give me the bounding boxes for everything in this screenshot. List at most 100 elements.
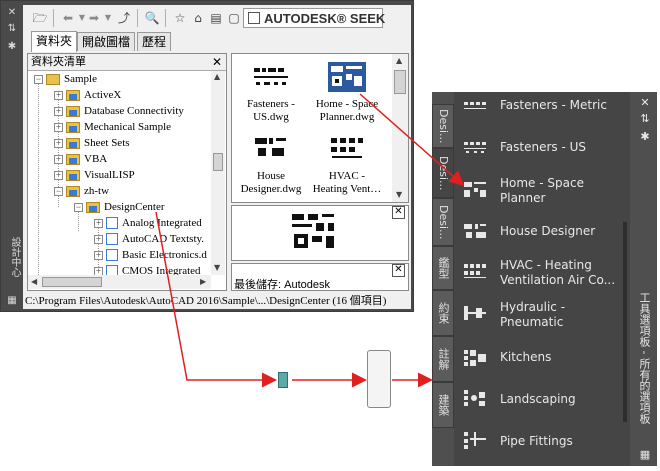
scroll-thumb[interactable] xyxy=(394,70,406,94)
content-item[interactable]: Fasteners - US.dwg xyxy=(236,62,306,124)
expand-icon[interactable]: + xyxy=(94,266,103,275)
content-item[interactable]: HVAC - Heating Vent… xyxy=(312,134,382,196)
properties-icon[interactable]: ✱ xyxy=(638,130,652,143)
expand-icon[interactable]: + xyxy=(54,90,63,100)
tree-vertical-scrollbar[interactable]: ▲ ▼ xyxy=(211,71,225,275)
palette-tab-strip: Desi... Desi... Desi... 鑑型 約束 註解 建築 xyxy=(432,92,454,446)
tool-label: Fasteners - Metric xyxy=(500,98,607,112)
content-item-selected[interactable]: Home - Space Planner.dwg xyxy=(312,62,382,124)
close-icon[interactable]: ✕ xyxy=(638,96,652,109)
tool-icon xyxy=(464,102,486,109)
folder-icon xyxy=(66,105,80,117)
tree-node-label: Database Connectivity xyxy=(84,105,184,117)
expand-icon[interactable]: + xyxy=(54,138,63,148)
content-item[interactable]: House Designer.dwg xyxy=(236,134,306,196)
content-item-label: Fasteners - US.dwg xyxy=(247,98,295,123)
expand-icon[interactable]: + xyxy=(54,170,63,180)
tree-node[interactable]: + CMOS Integrated xyxy=(94,263,201,275)
grip-icon[interactable]: ▦ xyxy=(638,448,652,461)
grip-icon[interactable]: ▦ xyxy=(1,295,23,306)
tab-history[interactable]: 歷程 xyxy=(137,32,172,51)
tree-node[interactable]: + Basic Electronics.d xyxy=(94,247,207,263)
tree-view-toggle-icon[interactable]: ▤ xyxy=(207,9,225,27)
tab-folders[interactable]: 資料夾 xyxy=(31,31,78,52)
expand-icon[interactable]: + xyxy=(94,234,103,244)
content-vertical-scrollbar[interactable]: ▲ ▼ xyxy=(392,54,408,202)
tree-node[interactable]: + Analog Integrated xyxy=(94,215,202,231)
close-icon[interactable]: ✕ xyxy=(212,54,222,70)
collapse-icon[interactable]: − xyxy=(74,202,83,212)
tree-node[interactable]: + VisualLISP xyxy=(54,167,135,183)
scroll-down-icon[interactable]: ▼ xyxy=(214,263,220,272)
expand-icon[interactable]: + xyxy=(94,250,103,260)
palette-scrollbar[interactable] xyxy=(623,222,627,422)
content-item-label: Home - Space Planner.dwg xyxy=(312,98,382,124)
favorites-icon[interactable]: ☆ xyxy=(171,9,189,27)
expand-icon[interactable]: + xyxy=(94,218,103,228)
tab-design-3[interactable]: Desi... xyxy=(432,198,454,246)
tree-node[interactable]: + VBA xyxy=(54,151,107,167)
drawing-file-icon xyxy=(106,249,118,262)
folder-icon xyxy=(66,137,80,149)
close-icon[interactable]: ✕ xyxy=(392,206,405,219)
tab-modeling[interactable]: 鑑型 xyxy=(432,246,454,290)
tree-node[interactable]: + ActiveX xyxy=(54,87,121,103)
toolbar-separator xyxy=(137,9,138,27)
folder-icon xyxy=(66,185,80,197)
drawing-thumbnail-icon xyxy=(252,134,290,164)
tree-node-label: Basic Electronics.d xyxy=(122,249,207,261)
tab-open-drawings[interactable]: 開啟圖檔 xyxy=(77,32,136,51)
tree-node[interactable]: + Mechanical Sample xyxy=(54,119,171,135)
load-icon[interactable]: 🗁 xyxy=(31,9,49,27)
auto-hide-icon[interactable]: ⇅ xyxy=(1,23,23,34)
preview-pane: ✕ xyxy=(231,205,409,261)
auto-hide-icon[interactable]: ⇅ xyxy=(638,112,652,125)
expand-icon[interactable]: + xyxy=(54,122,63,132)
palette-title: 工具選項板 - 所有的選項板 xyxy=(638,292,651,424)
expand-icon[interactable]: + xyxy=(54,154,63,164)
tree-node-label: DesignCenter xyxy=(104,201,165,213)
tab-design-1[interactable]: Desi... xyxy=(432,104,454,148)
tree-horizontal-scrollbar[interactable]: ◀ ▶ xyxy=(28,275,211,289)
scroll-thumb[interactable] xyxy=(213,153,223,171)
scroll-up-icon[interactable]: ▲ xyxy=(396,56,402,65)
tree-node-label: Sample xyxy=(64,73,97,85)
scroll-right-icon[interactable]: ▶ xyxy=(200,277,206,286)
seek-label: AUTODESK® SEEK xyxy=(264,11,386,26)
search-icon[interactable]: 🔍 xyxy=(143,9,161,27)
collapse-icon[interactable]: − xyxy=(54,186,63,196)
tab-architectural[interactable]: 建築 xyxy=(432,382,454,428)
tree-node[interactable]: + AutoCAD Textsty. xyxy=(94,231,204,247)
close-icon[interactable]: ✕ xyxy=(392,264,405,277)
expand-icon[interactable]: + xyxy=(54,106,63,116)
toolbar-separator xyxy=(165,9,166,27)
tool-icon xyxy=(464,432,486,449)
tab-design-2[interactable]: Desi... xyxy=(432,148,454,198)
tree-node[interactable]: + Sheet Sets xyxy=(54,135,130,151)
tree-node[interactable]: − zh-tw xyxy=(54,183,109,199)
dragged-drawing-icon xyxy=(278,372,288,388)
scroll-thumb[interactable] xyxy=(42,277,102,287)
up-folder-icon[interactable]: ⤴ xyxy=(115,9,133,27)
scroll-down-icon[interactable]: ▼ xyxy=(396,190,402,199)
tab-annotation[interactable]: 註解 xyxy=(432,336,454,382)
close-icon[interactable]: ✕ xyxy=(1,7,23,18)
scroll-up-icon[interactable]: ▲ xyxy=(214,72,220,81)
tree-node[interactable]: + Database Connectivity xyxy=(54,103,184,119)
tab-constraints[interactable]: 約束 xyxy=(432,290,454,336)
autodesk-seek-button[interactable]: AUTODESK® SEEK xyxy=(243,8,386,28)
tree-node-label: zh-tw xyxy=(84,185,110,197)
drawing-thumbnail-icon xyxy=(328,62,366,92)
tree-node[interactable]: − Sample xyxy=(34,71,97,87)
tool-label: HVAC - Heating Ventilation Air Co... xyxy=(500,258,616,287)
content-area: Fasteners - US.dwg Home - Space Planner.… xyxy=(231,53,409,203)
tool-icon xyxy=(464,264,486,278)
tree-node-label: VisualLISP xyxy=(84,169,135,181)
scroll-left-icon[interactable]: ◀ xyxy=(31,277,37,286)
tool-label: Landscaping xyxy=(500,392,576,406)
collapse-icon[interactable]: − xyxy=(34,74,43,84)
preview-toggle-icon[interactable]: ▢ xyxy=(225,9,243,27)
properties-icon[interactable]: ✱ xyxy=(1,41,23,52)
tree-node-selected[interactable]: − DesignCenter xyxy=(74,199,164,215)
home-icon[interactable]: ⌂ xyxy=(189,9,207,27)
